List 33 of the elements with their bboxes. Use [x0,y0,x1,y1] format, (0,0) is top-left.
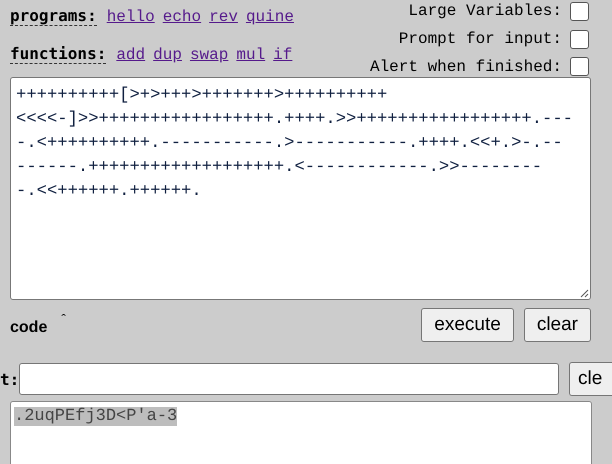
collapse-toggle[interactable]: ˆ [59,313,68,329]
code-line: -.<++++++++++.-----------.>-----------.++++.<<+.>-.-- [16,133,564,155]
checkbox[interactable] [570,57,589,76]
input-field[interactable] [19,363,559,395]
resize-handle-icon[interactable] [579,288,589,298]
program-link[interactable]: rev [209,8,238,26]
function-link[interactable]: if [273,46,292,64]
code-label: code [10,319,48,337]
function-link[interactable]: add [116,46,146,64]
clear-button[interactable]: cle [569,362,612,396]
function-link[interactable]: swap [190,46,228,64]
code-editor[interactable] [10,77,591,300]
program-link[interactable]: quine [246,8,294,26]
function-link[interactable]: dup [153,46,182,64]
output-text: .2uqPEfj3D<P'a-3 [14,407,178,426]
checkbox[interactable] [570,30,589,48]
code-line: ------.+++++++++++++++++++.<------------.>>-------- [16,157,544,179]
code-line: ++++++++++[>+>+++>+++++++>++++++++++ [16,85,388,107]
execute-button[interactable]: execute [421,308,514,342]
clear-button[interactable]: clear [524,308,591,342]
option-label: Prompt for input: [398,30,562,48]
program-link[interactable]: hello [106,8,155,26]
output-box[interactable]: .2uqPEfj3D<P'a-3 [10,401,592,464]
option-label: Large Variables: [408,2,562,20]
option-label: Alert when finished: [370,58,562,76]
program-link[interactable]: echo [162,8,202,26]
input-label: t: [0,370,19,388]
section-label: functions: [10,44,106,64]
code-line: -.<<++++++.++++++. [16,181,203,203]
function-link[interactable]: mul [236,46,266,64]
section-label: programs: [10,6,97,26]
checkbox[interactable] [570,2,589,21]
code-line: <<<<-]>>+++++++++++++++++.++++.>>+++++++++++++++++.--- [16,109,574,131]
